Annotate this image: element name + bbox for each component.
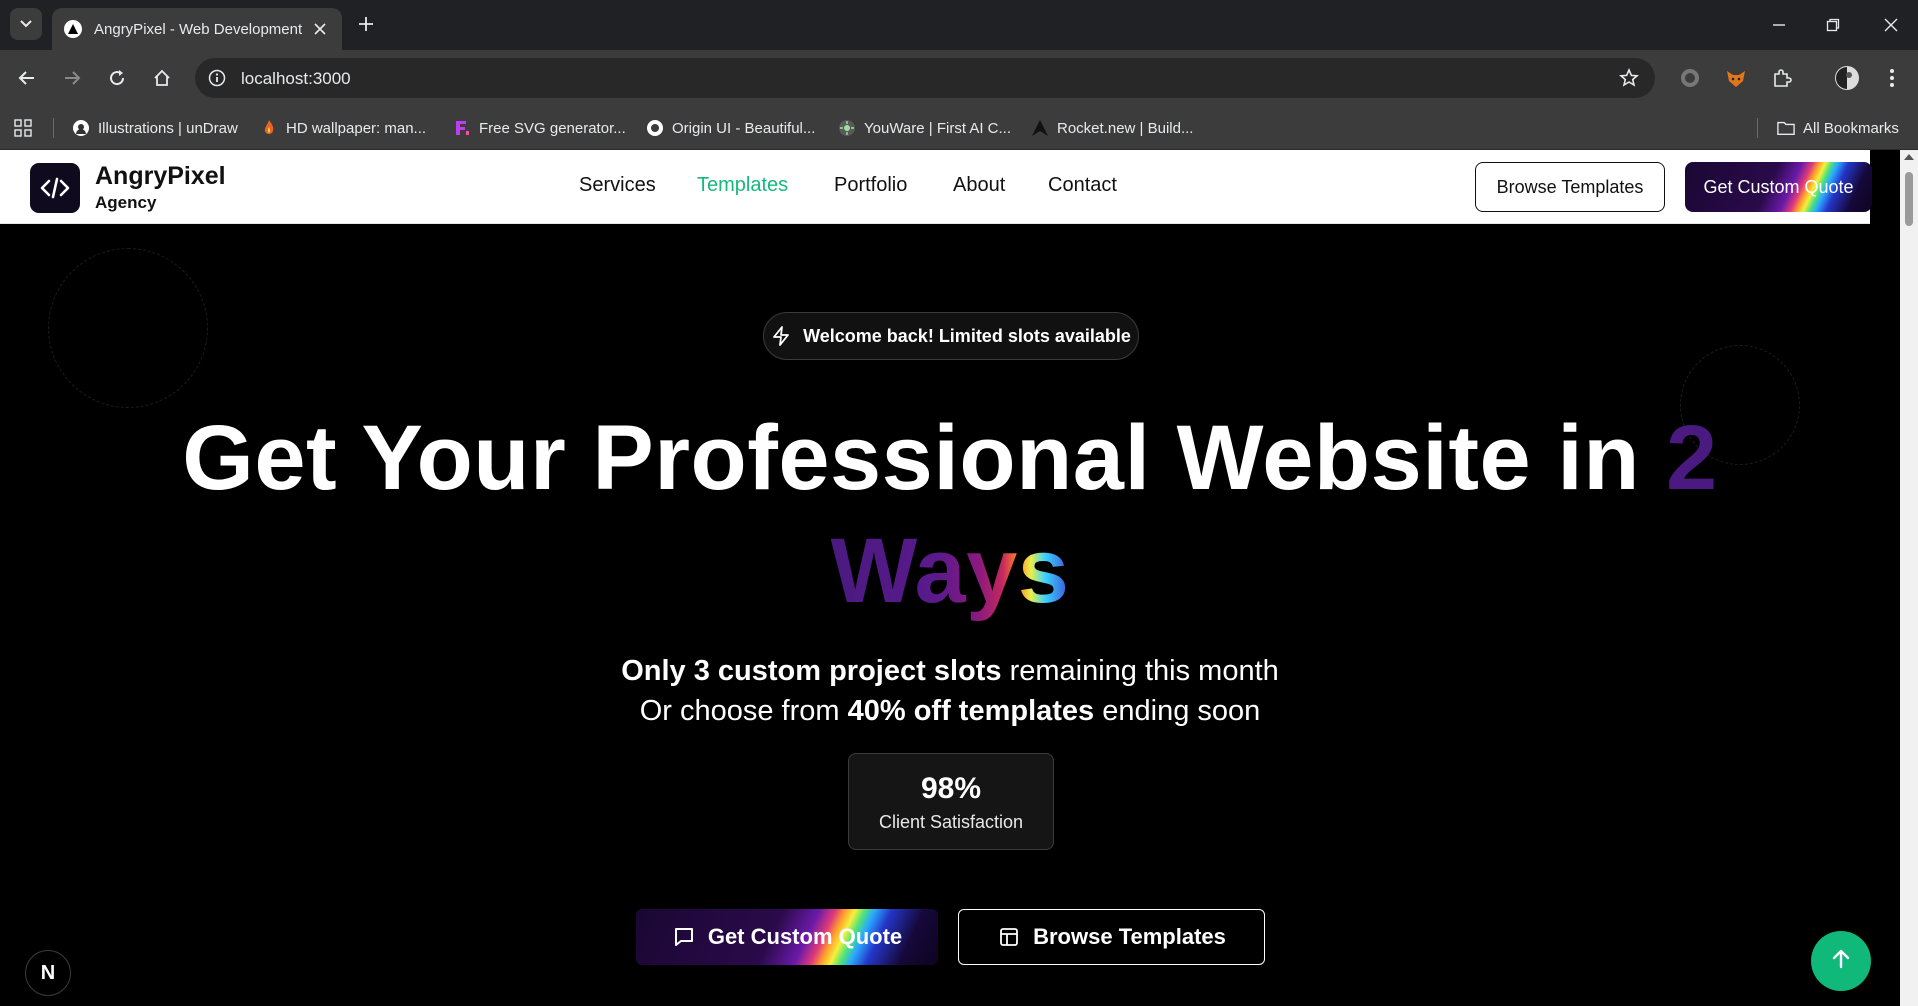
slots-emphasis: Only 3 custom project slots	[621, 655, 1002, 687]
hero-browse-templates-label: Browse Templates	[1033, 924, 1226, 949]
code-logo-icon[interactable]	[30, 163, 80, 213]
nav-portfolio[interactable]: Portfolio	[834, 174, 907, 197]
hero-browse-templates-button[interactable]: Browse Templates	[958, 909, 1265, 965]
bookmark-undraw[interactable]: Illustrations | unDraw	[72, 116, 238, 140]
slots-rest: remaining this month	[1009, 655, 1279, 687]
limited-slots-badge: Welcome back! Limited slots available	[763, 312, 1139, 360]
svg-generator-icon	[453, 119, 471, 137]
back-icon[interactable]	[11, 62, 43, 94]
headline-main: Get Your Professional Website in	[182, 407, 1640, 509]
bookmark-label: YouWare | First AI C...	[864, 119, 1011, 137]
bookmark-separator	[53, 118, 54, 138]
scrollbar-thumb[interactable]	[1905, 172, 1913, 226]
bookmark-label: Origin UI - Beautiful...	[672, 119, 816, 137]
scroll-up-arrow-icon[interactable]	[1904, 154, 1914, 160]
browser-menu-icon[interactable]	[1876, 62, 1908, 94]
flame-icon	[260, 119, 278, 137]
hero-subtitle-templates: Or choose from 40% off templates ending …	[0, 693, 1900, 729]
stat-label: Client Satisfaction	[878, 812, 1024, 832]
bookmark-wallpaper[interactable]: HD wallpaper: man...	[260, 116, 426, 140]
home-icon[interactable]	[146, 62, 178, 94]
bookmark-rocket[interactable]: Rocket.new | Build...	[1031, 116, 1193, 140]
nav-services[interactable]: Services	[579, 174, 656, 197]
hero-headline: Get Your Professional Website in 2 Ways	[0, 402, 1900, 628]
origin-ui-icon	[646, 119, 664, 137]
browser-tab-active[interactable]: AngryPixel - Web Development	[52, 8, 342, 50]
arrow-up-icon	[1830, 948, 1852, 975]
browser-tab-strip: AngryPixel - Web Development	[0, 0, 1918, 50]
bookmark-separator	[1757, 118, 1758, 138]
bookmark-label: Illustrations | unDraw	[98, 119, 238, 137]
extension-circle-icon[interactable]	[1674, 62, 1706, 94]
templates-intro: Or choose from	[639, 695, 840, 727]
page-scrollbar[interactable]	[1900, 150, 1918, 1006]
fox-extension-icon[interactable]	[1720, 62, 1752, 94]
new-tab-icon[interactable]	[354, 12, 378, 36]
bookmark-svg-generator[interactable]: Free SVG generator...	[453, 116, 626, 140]
tab-search-button[interactable]	[10, 8, 42, 40]
folder-icon	[1777, 119, 1795, 137]
page-viewport: AngryPixel Agency Services Templates Por…	[0, 150, 1900, 1006]
youware-icon	[838, 119, 856, 137]
site-header: AngryPixel Agency Services Templates Por…	[0, 150, 1872, 224]
nav-templates[interactable]: Templates	[697, 174, 788, 197]
hero-get-quote-button[interactable]: Get Custom Quote	[636, 909, 938, 965]
nextjs-letter: N	[40, 961, 56, 984]
nav-about[interactable]: About	[953, 174, 1005, 197]
templates-end: ending soon	[1102, 695, 1261, 727]
headline-ways: Ways	[830, 520, 1070, 622]
nextjs-dev-badge[interactable]: N	[25, 950, 71, 996]
tab-title: AngryPixel - Web Development	[94, 20, 302, 38]
templates-emphasis: 40% off templates	[847, 695, 1095, 727]
rocket-icon	[1031, 119, 1049, 137]
decorative-circle	[48, 248, 208, 408]
stat-value: 98%	[920, 772, 982, 805]
bookmark-youware[interactable]: YouWare | First AI C...	[838, 116, 1011, 140]
message-square-icon	[672, 925, 696, 949]
header-get-quote-button[interactable]: Get Custom Quote	[1685, 162, 1872, 212]
satisfaction-stat-card: 98% Client Satisfaction	[848, 753, 1054, 850]
close-window-icon[interactable]	[1876, 10, 1906, 40]
hero-get-quote-label: Get Custom Quote	[707, 924, 903, 949]
brand-name[interactable]: AngryPixel	[95, 162, 226, 191]
forward-icon[interactable]	[56, 62, 88, 94]
bookmark-origin-ui[interactable]: Origin UI - Beautiful...	[646, 116, 815, 140]
browser-toolbar: localhost:3000	[0, 50, 1918, 106]
badge-text: Welcome back! Limited slots available	[803, 325, 1131, 346]
hero-subtitle-slots: Only 3 custom project slots remaining th…	[0, 653, 1900, 689]
bookmark-label: Free SVG generator...	[479, 119, 626, 137]
lightning-icon	[771, 326, 791, 346]
all-bookmarks-button[interactable]: All Bookmarks	[1777, 116, 1899, 140]
undraw-icon	[72, 119, 90, 137]
site-favicon-icon	[64, 20, 82, 38]
url-text: localhost:3000	[241, 69, 351, 88]
address-bar[interactable]: localhost:3000	[195, 58, 1655, 98]
scroll-to-top-button[interactable]	[1811, 931, 1871, 991]
header-browse-templates-button[interactable]: Browse Templates	[1475, 162, 1665, 212]
apps-grid-icon[interactable]	[14, 116, 32, 140]
restore-icon[interactable]	[1818, 10, 1848, 40]
bookmark-star-icon[interactable]	[1617, 66, 1641, 90]
headline-number: 2	[1666, 407, 1718, 509]
extensions-puzzle-icon[interactable]	[1766, 62, 1798, 94]
nav-contact[interactable]: Contact	[1048, 174, 1117, 197]
profile-avatar-icon[interactable]	[1831, 62, 1863, 94]
bookmarks-bar: Illustrations | unDraw HD wallpaper: man…	[0, 106, 1918, 150]
minimize-icon[interactable]	[1764, 10, 1794, 40]
brand-subtitle: Agency	[95, 193, 157, 212]
bookmark-label: Rocket.new | Build...	[1057, 119, 1194, 137]
all-bookmarks-label: All Bookmarks	[1803, 119, 1899, 137]
bookmark-label: HD wallpaper: man...	[286, 119, 427, 137]
site-info-icon[interactable]	[205, 66, 229, 90]
close-tab-icon[interactable]	[310, 19, 330, 39]
reload-icon[interactable]	[101, 62, 133, 94]
layout-template-icon	[997, 925, 1021, 949]
